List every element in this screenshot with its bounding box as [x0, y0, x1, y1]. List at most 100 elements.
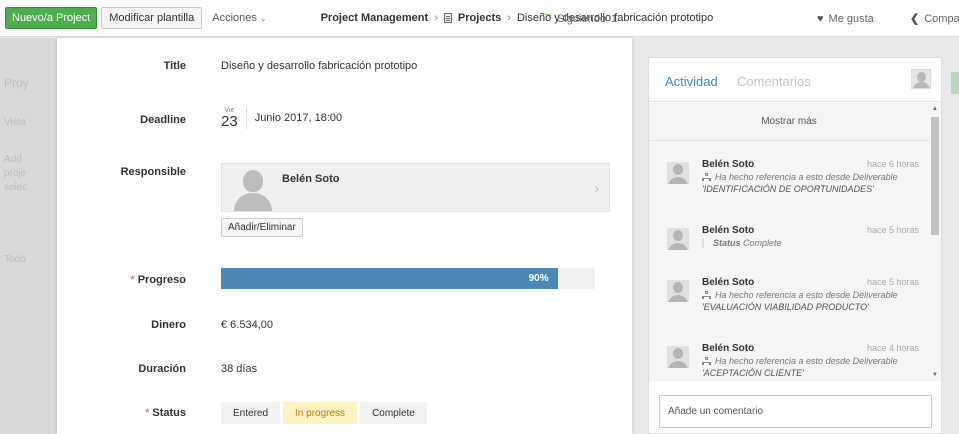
entry-time: hace 5 horas	[866, 225, 919, 235]
follow-button[interactable]: ⌒ Siguiendo 1	[541, 0, 617, 37]
deadline-day: 23	[221, 113, 238, 130]
hierarchy-icon	[702, 291, 711, 299]
activity-feed: Mostrar más Belén Soto hace 6 horas Ha h…	[649, 103, 941, 381]
entry-text-content: Ha hecho referencia a esto desde Deliver…	[715, 356, 898, 366]
entry-author[interactable]: Belén Soto	[702, 343, 754, 354]
entry-reference[interactable]: 'ACEPTACIÓN CLIENTE'	[702, 368, 804, 378]
entry-reference[interactable]: 'EVALUACIÓN VIABILIDAD PRODUCTO'	[702, 302, 869, 312]
responsible-name: Belén Soto	[282, 173, 340, 185]
new-project-button[interactable]: Nuevo/a Project	[5, 7, 98, 29]
status-option-complete[interactable]: Complete	[360, 402, 427, 424]
title-value[interactable]: Diseño y desarrollo fabricación prototip…	[221, 60, 417, 72]
actions-menu[interactable]: Acciones ⌄	[212, 12, 266, 24]
top-toolbar: Nuevo/a Project Modificar plantilla Acci…	[0, 0, 959, 37]
progress-bar[interactable]: 90%	[221, 268, 595, 289]
hierarchy-icon	[702, 173, 711, 181]
progress-label: * Progreso	[130, 274, 186, 286]
document-icon	[443, 13, 452, 23]
entry-text-content: Ha hecho referencia a esto desde Deliver…	[715, 172, 898, 182]
like-label: Me gusta	[828, 12, 874, 25]
side-edge-indicator	[951, 72, 959, 94]
share-label: Compar	[924, 12, 959, 25]
progress-fill: 90%	[221, 268, 558, 289]
entry-time: hace 4 horas	[866, 343, 919, 353]
status-option-entered[interactable]: Entered	[221, 402, 281, 424]
activity-tabs: Actividad Comentarios	[649, 58, 941, 102]
entry-text-content: Ha hecho referencia a esto desde Deliver…	[715, 290, 898, 300]
avatar	[667, 162, 689, 184]
entry-text: Ha hecho referencia a esto desde Deliver…	[702, 172, 898, 182]
scroll-down-icon[interactable]: ▼	[932, 372, 938, 378]
avatar	[234, 167, 272, 211]
background-text: Todo	[4, 254, 26, 265]
rss-icon: ⌒	[541, 13, 552, 26]
status-selector: Entered In progress Complete	[221, 402, 427, 424]
heart-icon: ♥	[817, 12, 824, 25]
project-form: Title Diseño y desarrollo fabricación pr…	[57, 38, 632, 434]
background-text: proje	[4, 168, 27, 179]
modify-template-button[interactable]: Modificar plantilla	[101, 7, 203, 29]
avatar[interactable]	[911, 69, 931, 89]
comment-input[interactable]: Añade un comentario	[659, 395, 932, 428]
required-marker: *	[130, 274, 135, 286]
required-marker: *	[145, 407, 150, 419]
entry-text: Ha hecho referencia a esto desde Deliver…	[702, 356, 898, 366]
follow-count: 1	[610, 12, 618, 25]
avatar	[667, 280, 689, 302]
background-text: Add	[4, 154, 22, 165]
title-label: Title	[163, 60, 186, 72]
chevron-right-icon: ›	[507, 12, 511, 24]
entry-status-change: Status Complete	[702, 238, 782, 248]
show-more-button[interactable]: Mostrar más	[649, 103, 929, 141]
tab-comments[interactable]: Comentarios	[737, 74, 811, 89]
entry-reference[interactable]: 'IDENTIFICACIÓN DE OPORTUNIDADES'	[702, 184, 874, 194]
share-button[interactable]: ❮ Compar	[910, 0, 959, 37]
deadline-label: Deadline	[140, 114, 186, 126]
activity-panel: Actividad Comentarios Mostrar más Belén …	[648, 57, 942, 434]
breadcrumb: Project Management › Projects › Diseño y…	[321, 12, 714, 24]
background-page: Proy Vista Add proje selec Todo	[0, 38, 57, 434]
feed-scrollbar[interactable]: ▲ ▼	[929, 103, 941, 381]
chevron-right-icon: ›	[594, 181, 599, 196]
money-value[interactable]: € 6.534,00	[221, 319, 273, 331]
entry-author[interactable]: Belén Soto	[702, 225, 754, 236]
entry-author[interactable]: Belén Soto	[702, 159, 754, 170]
responsible-label: Responsible	[120, 166, 186, 178]
progress-label-text: Progreso	[137, 274, 186, 286]
tab-activity[interactable]: Actividad	[665, 74, 718, 89]
entry-text: Ha hecho referencia a esto desde Deliver…	[702, 290, 898, 300]
background-text: selec	[4, 182, 28, 193]
deadline-day-box: Vie 23	[221, 107, 247, 129]
hierarchy-icon	[702, 357, 711, 365]
duration-label: Duración	[138, 363, 186, 375]
scroll-thumb[interactable]	[931, 117, 939, 235]
responsible-card[interactable]: Belén Soto ›	[221, 163, 610, 212]
status-label-text: Status	[152, 407, 186, 419]
deadline-value[interactable]: Vie 23 Junio 2017, 18:00	[221, 107, 342, 129]
progress-percent: 90%	[528, 273, 549, 284]
chevron-right-icon: ›	[434, 12, 438, 24]
scroll-up-icon[interactable]: ▲	[932, 106, 938, 112]
status-option-in-progress[interactable]: In progress	[283, 402, 358, 424]
duration-value[interactable]: 38 días	[221, 363, 257, 375]
deadline-date-text: Junio 2017, 18:00	[254, 112, 343, 124]
breadcrumb-root[interactable]: Project Management	[321, 12, 429, 24]
entry-time: hace 6 horas	[866, 159, 919, 169]
breadcrumb-section[interactable]: Projects	[458, 12, 501, 24]
avatar	[667, 346, 689, 368]
entry-status-value: Complete	[743, 238, 782, 248]
money-label: Dinero	[151, 319, 186, 331]
entry-status-key: Status	[713, 238, 741, 248]
add-remove-button[interactable]: Añadir/Eliminar	[221, 218, 303, 237]
like-button[interactable]: ♥ Me gusta	[817, 0, 874, 37]
entry-author[interactable]: Belén Soto	[702, 277, 754, 288]
status-label: * Status	[145, 407, 186, 419]
avatar	[667, 228, 689, 250]
entry-time: hace 5 horas	[866, 277, 919, 287]
chevron-down-icon: ⌄	[259, 13, 267, 23]
follow-label: Siguiendo	[557, 12, 606, 25]
background-text: Vista	[4, 117, 27, 128]
actions-label: Acciones	[212, 12, 257, 24]
background-text: Proy	[4, 76, 29, 90]
share-icon: ❮	[910, 13, 920, 25]
